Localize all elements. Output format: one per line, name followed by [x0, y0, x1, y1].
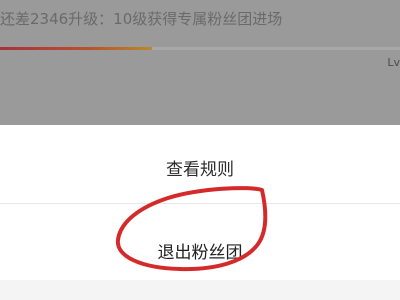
action-sheet: 查看规则 退出粉丝团 [0, 125, 400, 300]
exit-fan-club-button[interactable]: 退出粉丝团 [0, 238, 400, 263]
dimmed-backdrop[interactable]: 还差2346升级：10级获得专属粉丝团进场 Lv [0, 0, 400, 125]
level-label: Lv [387, 56, 400, 69]
level-progress-bar [0, 47, 400, 50]
level-progress-fill [0, 47, 152, 50]
upgrade-progress-text: 还差2346升级：10级获得专属粉丝团进场 [0, 10, 283, 28]
sheet-bottom-spacer [0, 280, 400, 300]
screen: 还差2346升级：10级获得专属粉丝团进场 Lv 查看规则 退出粉丝团 [0, 0, 400, 300]
sheet-divider [0, 203, 400, 204]
view-rules-button[interactable]: 查看规则 [0, 155, 400, 180]
